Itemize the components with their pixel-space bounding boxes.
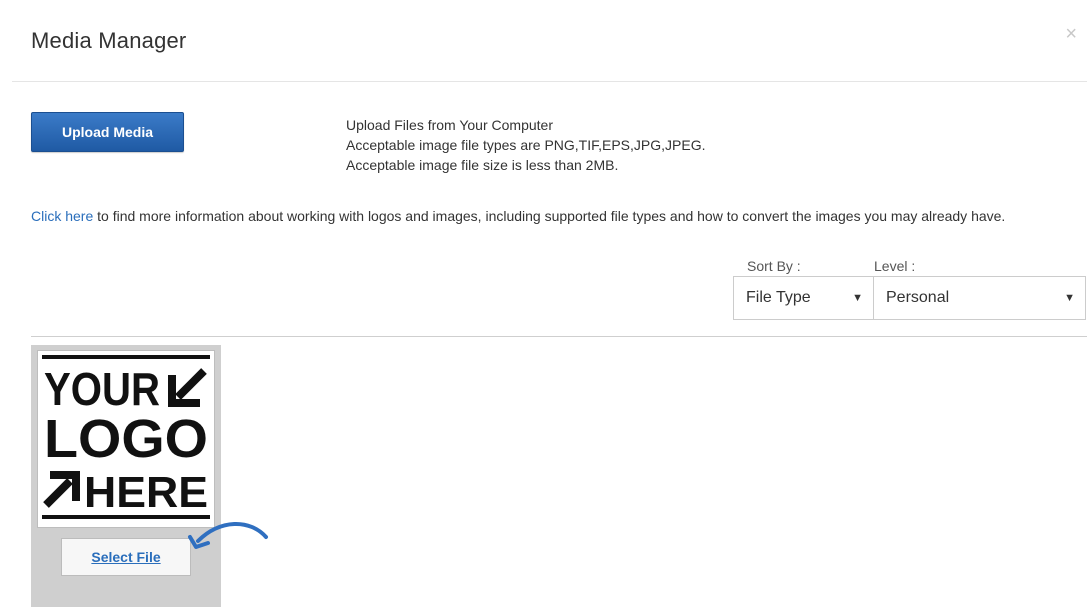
close-icon[interactable]: × bbox=[1065, 24, 1077, 44]
logo-word: HERE bbox=[84, 468, 208, 517]
sort-by-select[interactable]: File Type ▼ bbox=[733, 276, 874, 320]
media-tile: YOUR LOGO HERE Select File bbox=[31, 345, 221, 607]
help-text: to find more information about working w… bbox=[93, 208, 1006, 224]
level-select[interactable]: Personal ▼ bbox=[873, 276, 1086, 320]
upload-info-line: Acceptable image file types are PNG,TIF,… bbox=[346, 137, 706, 153]
level-value: Personal bbox=[886, 289, 950, 306]
click-here-link[interactable]: Click here bbox=[31, 208, 93, 224]
upload-info-line: Upload Files from Your Computer bbox=[346, 117, 553, 133]
your-logo-here-image: YOUR LOGO HERE bbox=[42, 355, 210, 519]
help-paragraph: Click here to find more information abou… bbox=[31, 205, 1076, 228]
arrow-up-right-icon bbox=[43, 471, 80, 508]
dropdown-arrow-icon: ▼ bbox=[852, 292, 863, 304]
content-divider bbox=[31, 336, 1087, 337]
upload-info: Upload Files from Your Computer Acceptab… bbox=[346, 115, 705, 175]
select-file-button[interactable]: Select File bbox=[61, 538, 191, 576]
dropdown-arrow-icon: ▼ bbox=[1064, 292, 1075, 304]
logo-word: YOUR bbox=[44, 363, 160, 415]
annotation-arrow-icon bbox=[188, 522, 268, 549]
modal-title: Media Manager bbox=[31, 28, 187, 53]
upload-info-line: Acceptable image file size is less than … bbox=[346, 157, 619, 173]
level-label: Level : bbox=[874, 258, 916, 274]
header-divider bbox=[12, 81, 1087, 82]
logo-word: LOGO bbox=[44, 409, 208, 469]
arrow-down-left-icon bbox=[168, 368, 207, 407]
upload-media-button[interactable]: Upload Media bbox=[31, 112, 184, 152]
sort-by-value: File Type bbox=[746, 289, 811, 306]
logo-thumbnail[interactable]: YOUR LOGO HERE bbox=[37, 350, 215, 528]
sort-by-label: Sort By : bbox=[747, 258, 801, 274]
